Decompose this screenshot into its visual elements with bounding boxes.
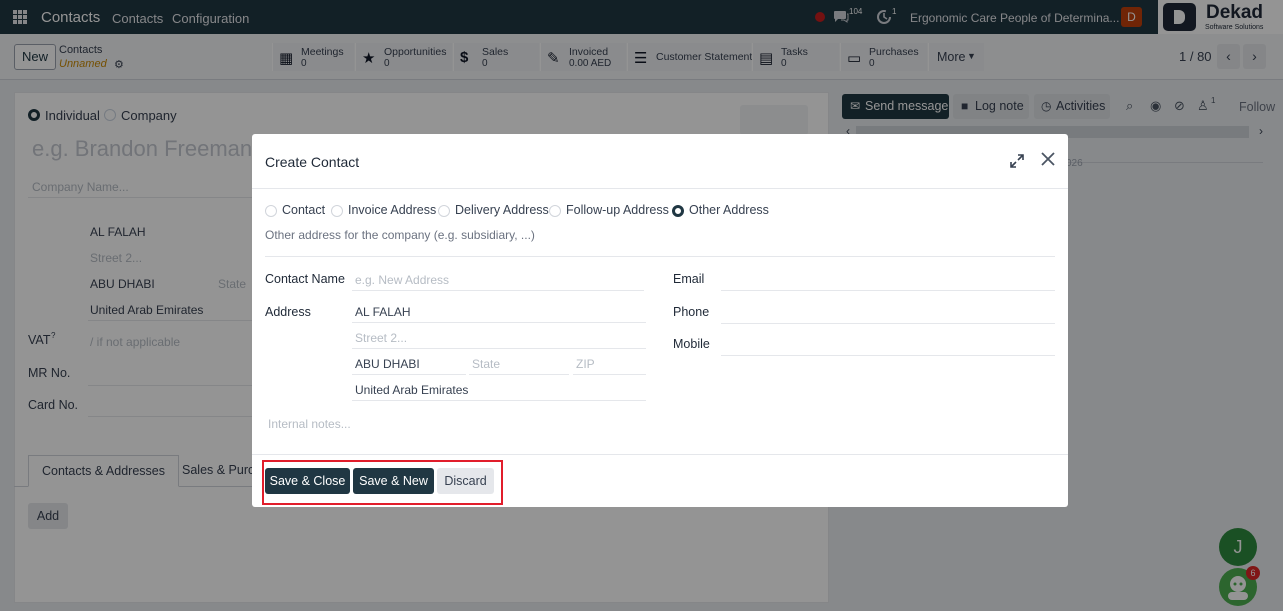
radio-follow-up-address-label: Follow-up Address <box>566 203 669 217</box>
country-input[interactable]: United Arab Emirates <box>352 381 646 401</box>
close-icon[interactable] <box>1040 151 1056 167</box>
buttons-highlight-box <box>262 460 503 505</box>
radio-delivery-address[interactable] <box>438 205 450 217</box>
city-input[interactable]: ABU DHABI <box>352 355 466 375</box>
expand-icon[interactable] <box>1009 153 1025 169</box>
state-input[interactable]: State <box>469 355 569 375</box>
radio-delivery-address-label: Delivery Address <box>455 203 549 217</box>
address-type-description: Other address for the company (e.g. subs… <box>265 228 535 242</box>
email-label: Email <box>673 272 705 286</box>
mobile-label: Mobile <box>673 337 710 351</box>
radio-invoice-address[interactable] <box>331 205 343 217</box>
phone-label: Phone <box>673 305 710 319</box>
address-label: Address <box>265 305 311 319</box>
mobile-input[interactable] <box>721 336 1055 356</box>
zip-input[interactable]: ZIP <box>573 355 646 375</box>
create-contact-dialog: Create Contact Contact Invoice Address D… <box>252 134 1068 507</box>
email-input[interactable] <box>721 271 1055 291</box>
internal-notes-input[interactable]: Internal notes... <box>268 417 351 431</box>
phone-input[interactable] <box>721 304 1055 324</box>
contact-name-input[interactable]: e.g. New Address <box>352 271 644 291</box>
radio-other-address-label: Other Address <box>689 203 769 217</box>
radio-contact[interactable] <box>265 205 277 217</box>
radio-other-address[interactable] <box>672 205 684 217</box>
contact-name-label: Contact Name <box>265 272 345 286</box>
dialog-title: Create Contact <box>265 154 360 170</box>
radio-contact-label: Contact <box>282 203 326 217</box>
radio-invoice-address-label: Invoice Address <box>348 203 437 217</box>
street-input[interactable]: AL FALAH <box>352 303 646 323</box>
street2-input[interactable]: Street 2... <box>352 329 646 349</box>
radio-follow-up-address[interactable] <box>549 205 561 217</box>
